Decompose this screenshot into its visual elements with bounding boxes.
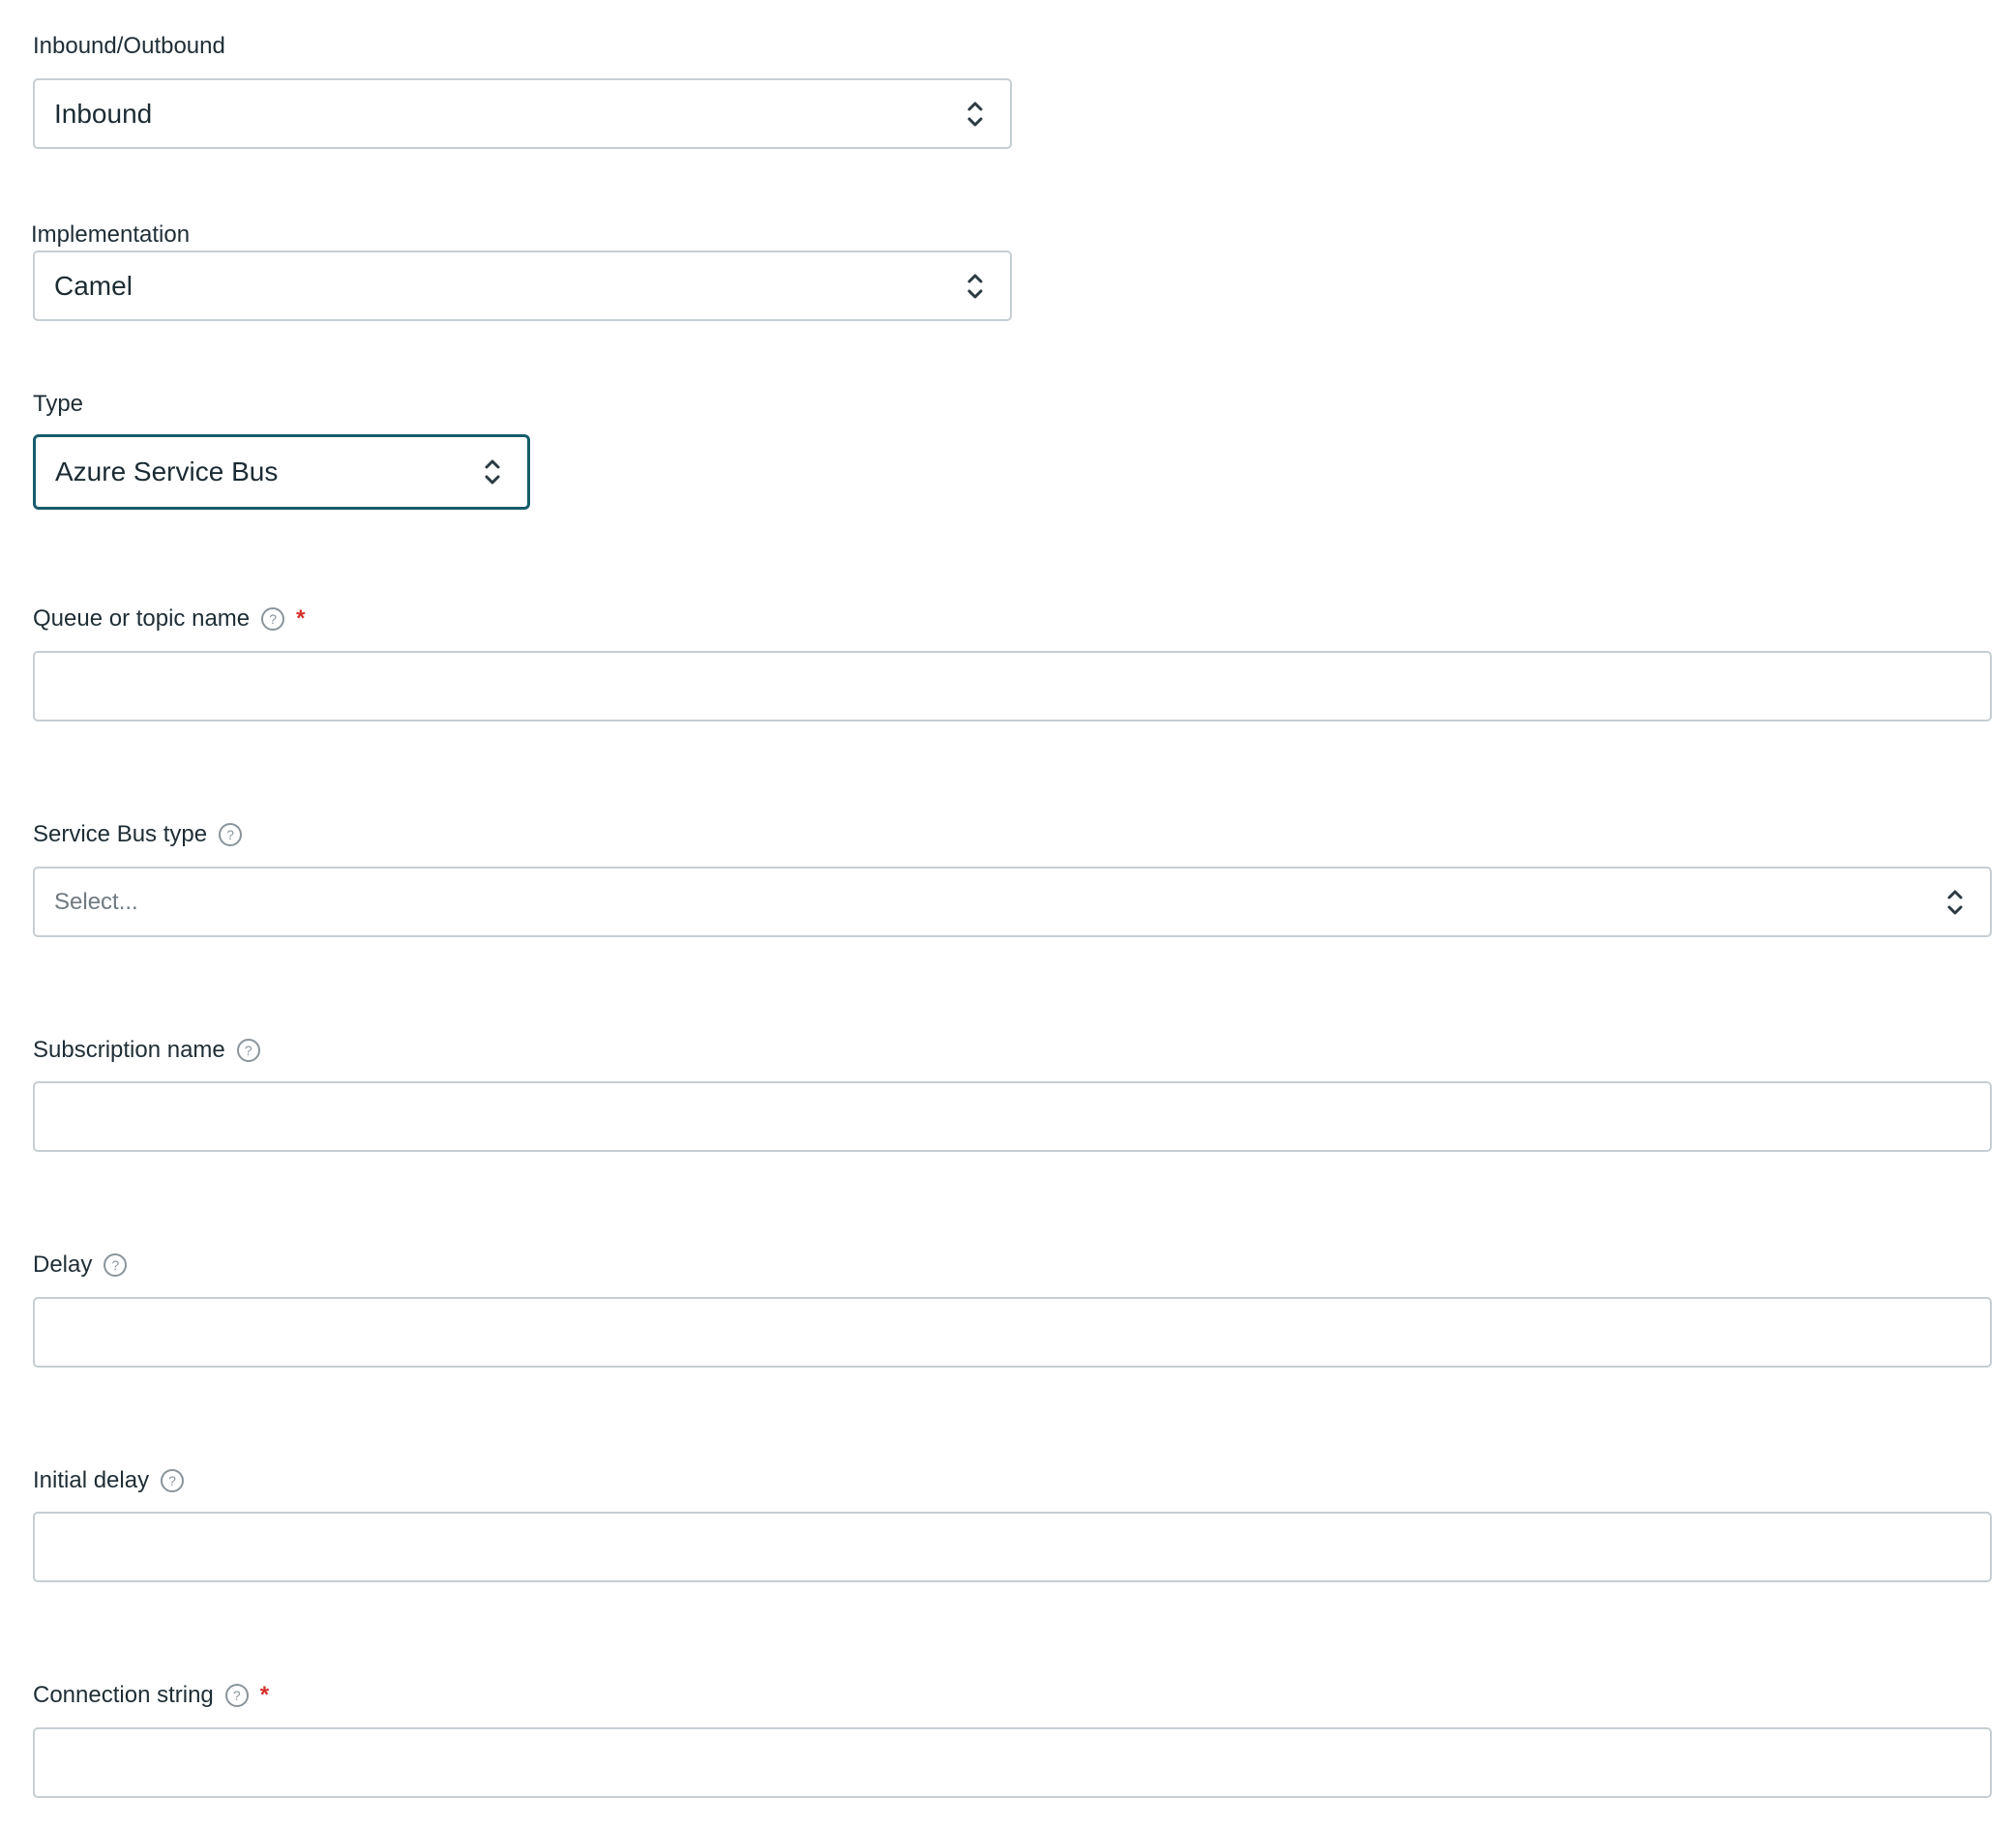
type-select[interactable]: Azure Service Bus: [33, 434, 530, 510]
implementation-select-value: Camel: [54, 270, 133, 301]
delay-label: Delay ?: [33, 1251, 128, 1280]
implementation-label: Implementation: [31, 221, 190, 250]
service-bus-type-select[interactable]: Select...: [33, 867, 1992, 937]
service-bus-type-placeholder: Select...: [54, 888, 138, 915]
initial-delay-label: Initial delay ?: [33, 1466, 185, 1495]
direction-select[interactable]: Inbound: [33, 78, 1012, 149]
initial-delay-input[interactable]: [33, 1512, 1992, 1582]
implementation-select[interactable]: Camel: [33, 250, 1012, 321]
initial-delay-label-text: Initial delay: [33, 1467, 150, 1493]
queue-name-label: Queue or topic name ? *: [33, 604, 305, 633]
question-circle-icon[interactable]: ?: [261, 607, 285, 631]
delay-label-text: Delay: [33, 1252, 93, 1278]
required-asterisk: *: [259, 1682, 270, 1708]
direction-select-value: Inbound: [54, 98, 153, 129]
required-asterisk: *: [296, 605, 306, 632]
type-select-value: Azure Service Bus: [55, 456, 279, 486]
chevron-up-down-icon: [485, 459, 500, 485]
subscription-name-label-text: Subscription name: [33, 1037, 225, 1063]
question-circle-icon[interactable]: ?: [236, 1039, 260, 1062]
subscription-name-input[interactable]: [33, 1081, 1992, 1152]
question-circle-icon[interactable]: ?: [224, 1684, 249, 1707]
chevron-up-down-icon: [967, 274, 983, 298]
connection-string-input[interactable]: [33, 1727, 1992, 1798]
service-bus-type-label: Service Bus type ?: [33, 820, 243, 849]
type-label-text: Type: [33, 391, 84, 417]
queue-name-label-text: Queue or topic name: [33, 605, 251, 632]
implementation-label-text: Implementation: [31, 221, 191, 248]
type-label: Type: [33, 390, 83, 419]
chevron-up-down-icon: [967, 102, 983, 126]
queue-name-input[interactable]: [33, 651, 1992, 722]
subscription-name-label: Subscription name ?: [33, 1036, 260, 1065]
question-circle-icon[interactable]: ?: [219, 823, 243, 846]
direction-label-text: Inbound/Outbound: [33, 33, 225, 59]
chevron-up-down-icon: [1947, 890, 1963, 914]
delay-input[interactable]: [33, 1297, 1992, 1368]
connection-string-label-text: Connection string: [33, 1682, 214, 1708]
service-bus-type-label-text: Service Bus type: [33, 821, 208, 847]
question-circle-icon[interactable]: ?: [104, 1253, 128, 1277]
connection-string-label: Connection string ? *: [33, 1681, 269, 1710]
question-circle-icon[interactable]: ?: [161, 1469, 185, 1492]
direction-label: Inbound/Outbound: [33, 32, 225, 61]
